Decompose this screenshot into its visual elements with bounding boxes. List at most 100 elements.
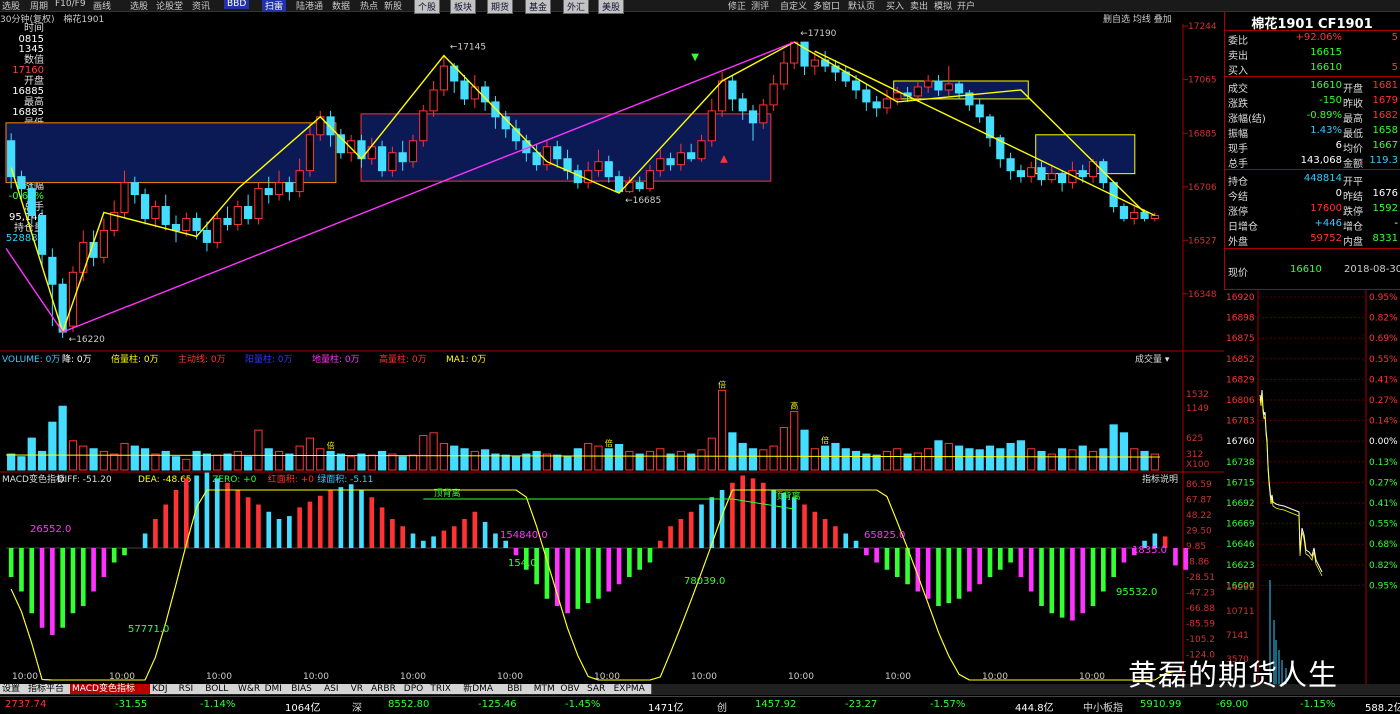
candle-body bbox=[285, 182, 294, 193]
mini-right-label: 0.55% bbox=[1369, 355, 1398, 365]
candle-body bbox=[151, 206, 160, 219]
quote-label-2: 昨结 bbox=[1343, 192, 1363, 203]
volume-legend-item: 主动线: 0万 bbox=[178, 353, 226, 365]
candle-body bbox=[924, 80, 933, 88]
indicator-tab-7[interactable]: DMI bbox=[262, 684, 291, 694]
divergence-label: 顶背离 bbox=[774, 490, 801, 502]
indicator-tab-12[interactable]: DPO bbox=[401, 684, 430, 694]
volume-bar bbox=[996, 448, 1005, 471]
candle-body bbox=[140, 194, 150, 219]
indicator-tab-18[interactable]: SAR bbox=[585, 684, 613, 694]
volume-bar bbox=[408, 454, 418, 471]
macd-axis-label: -66.88 bbox=[1186, 604, 1215, 614]
candle-body bbox=[295, 170, 304, 193]
candle-body bbox=[182, 217, 191, 231]
volume-bar bbox=[171, 456, 181, 471]
volume-bar bbox=[264, 448, 273, 471]
volume-bar bbox=[913, 452, 922, 471]
price-axis-label: 16527 bbox=[1188, 236, 1217, 246]
quote-label: 委比 bbox=[1228, 36, 1248, 47]
indicator-help-button: 指标说明 bbox=[1142, 473, 1178, 485]
quote-value: 59752 bbox=[1310, 233, 1342, 244]
current-price-row: 现价 16610 2018-08-30, bbox=[1226, 263, 1400, 279]
indicator-tab-16[interactable]: MTM bbox=[531, 684, 560, 694]
indicator-tab-1[interactable]: 指标平台 bbox=[26, 684, 71, 694]
volume-bar bbox=[501, 454, 510, 471]
intraday-mini-chart[interactable]: 16920 16898 16875 16852 16829 16806 16783 16760… bbox=[1224, 290, 1400, 686]
quote-value: 143,068 bbox=[1300, 155, 1342, 166]
candle-body bbox=[305, 134, 315, 172]
macd-axis-label: 67.87 bbox=[1186, 496, 1212, 506]
quote-value-2: 1681 bbox=[1372, 80, 1398, 91]
volume-bar bbox=[58, 405, 67, 471]
volume-bar bbox=[769, 445, 778, 471]
indicator-tab-11[interactable]: ARBR bbox=[369, 684, 403, 694]
volume-bar bbox=[975, 449, 984, 471]
indicator-tab-10[interactable]: VR bbox=[348, 684, 370, 694]
candle-body bbox=[264, 188, 273, 196]
candle-body bbox=[213, 217, 222, 243]
mini-left-label: 16829 bbox=[1226, 375, 1255, 385]
indicator-tab-17[interactable]: OBV bbox=[558, 684, 586, 694]
volume-bar bbox=[419, 434, 428, 471]
quote-value-2: 1682 bbox=[1372, 110, 1398, 121]
indicator-tab-13[interactable]: TRIX bbox=[428, 684, 463, 694]
candle-body bbox=[666, 158, 675, 166]
indicator-tab-2[interactable]: MACD变色指标 bbox=[70, 684, 151, 694]
quote-row: 总手 143,068 金额 119.3 bbox=[1226, 154, 1400, 170]
candle-body bbox=[851, 80, 861, 91]
quote-value: +92.06% bbox=[1295, 32, 1342, 43]
time-axis-label: 10:00 bbox=[303, 672, 329, 682]
status-value: -1.45% bbox=[565, 699, 601, 710]
candle-body bbox=[192, 217, 201, 231]
quote-value: 16610 bbox=[1310, 62, 1342, 73]
candle-body bbox=[99, 229, 108, 258]
quote-value-2: - bbox=[1394, 218, 1398, 229]
time-axis-label: 10:00 bbox=[691, 672, 717, 682]
time-axis-label: 10:00 bbox=[400, 672, 426, 682]
indicator-tab-3[interactable]: KDJ bbox=[150, 684, 178, 694]
quote-label: 卖出 bbox=[1228, 51, 1248, 62]
volume-bar bbox=[120, 442, 129, 471]
volume-bar bbox=[254, 429, 263, 471]
volume-bar bbox=[1130, 448, 1139, 471]
mini-right-label: 0.27% bbox=[1369, 478, 1398, 488]
status-value: 1457.92 bbox=[755, 699, 797, 710]
volume-bar bbox=[377, 450, 387, 471]
volume-bar bbox=[37, 450, 47, 471]
price-axis-label: 17065 bbox=[1188, 76, 1217, 86]
quote-value: 1.43% bbox=[1310, 125, 1342, 136]
indicator-tab-4[interactable]: RSI bbox=[176, 684, 205, 694]
chart-area[interactable]: 17244 17065 16885 16706 16527 16348 ←16220 ←171… bbox=[0, 0, 1224, 684]
indicator-tab-6[interactable]: W&R bbox=[236, 684, 264, 694]
green-arrow-icon: ▼ bbox=[691, 52, 699, 63]
panel-divider bbox=[1225, 76, 1400, 77]
indicator-tab-14[interactable]: 新DMA bbox=[461, 684, 507, 694]
quote-title: 棉花1901 CF1901 bbox=[1251, 17, 1373, 32]
indicator-tab-19[interactable]: EXPMA bbox=[611, 684, 652, 694]
indicator-tab-15[interactable]: BBI bbox=[505, 684, 533, 694]
candle-body bbox=[676, 152, 685, 166]
turning-point-label: ←16220 bbox=[69, 335, 105, 345]
indicator-tab-0[interactable]: 设置 bbox=[0, 684, 27, 694]
macd-axis-label: 29.50 bbox=[1186, 527, 1212, 537]
mini-right-label: 0.82% bbox=[1369, 314, 1398, 324]
volume-bar bbox=[645, 450, 655, 471]
candle-body bbox=[377, 146, 387, 172]
candle-body bbox=[171, 223, 181, 231]
candle-body bbox=[893, 92, 902, 100]
indicator-tab-9[interactable]: ASI bbox=[322, 684, 350, 694]
macd-axis-label: 48.22 bbox=[1186, 511, 1212, 521]
quote-label: 总手 bbox=[1228, 159, 1248, 170]
volume-bar bbox=[450, 445, 459, 471]
volume-dropdown: 成交量 ▾ bbox=[1135, 353, 1170, 365]
indicator-tab-8[interactable]: BIAS bbox=[289, 684, 323, 694]
consolidation-box bbox=[5, 122, 337, 184]
candle-body bbox=[68, 271, 78, 327]
volume-axis-label: 312 bbox=[1186, 450, 1203, 460]
candle-body bbox=[326, 116, 335, 136]
volume-bar bbox=[779, 427, 789, 471]
indicator-tab-5[interactable]: BOLL bbox=[203, 684, 237, 694]
volume-mark: 倍 bbox=[327, 440, 335, 450]
status-value: 中小板指 bbox=[1083, 703, 1123, 714]
